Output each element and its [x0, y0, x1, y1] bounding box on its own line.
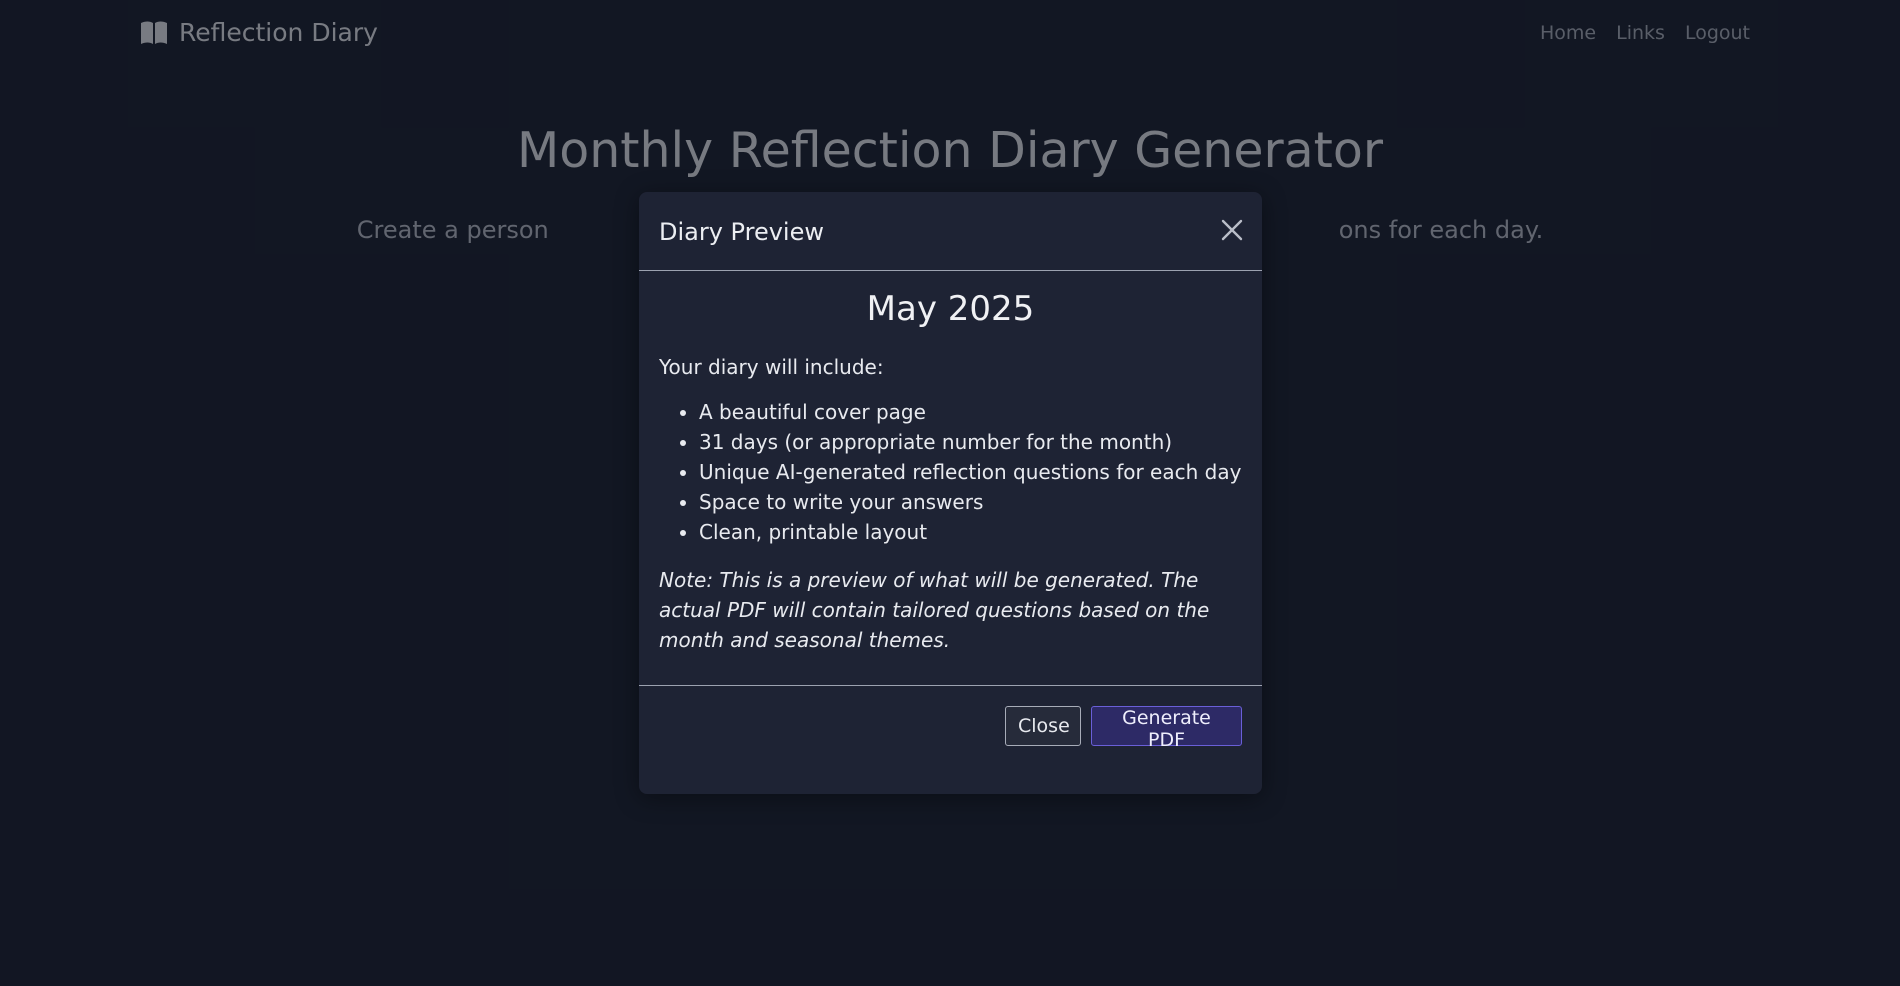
- month-heading: May 2025: [866, 289, 1035, 329]
- list-item: 31 days (or appropriate number for the m…: [699, 427, 1242, 457]
- diary-preview-modal: Diary Preview May 2025 Your diary will i…: [639, 192, 1262, 794]
- page: Reflection Diary Home Links Logout Month…: [0, 0, 1900, 986]
- modal-header: Diary Preview: [639, 192, 1262, 271]
- diary-intro: Your diary will include:: [659, 355, 884, 379]
- modal-body: May 2025 Your diary will include: A beau…: [639, 271, 1262, 686]
- modal-title: Diary Preview: [659, 218, 824, 246]
- preview-note: Note: This is a preview of what will be …: [659, 568, 1210, 652]
- close-icon[interactable]: [1218, 216, 1246, 244]
- list-item: Unique AI-generated reflection questions…: [699, 457, 1242, 487]
- modal-footer: Close Generate PDF: [639, 686, 1262, 794]
- feature-list: A beautiful cover page 31 days (or appro…: [659, 397, 1242, 547]
- generate-pdf-button[interactable]: Generate PDF: [1091, 706, 1242, 751]
- list-item: A beautiful cover page: [699, 397, 1242, 427]
- list-item: Space to write your answers: [699, 487, 1242, 517]
- close-button[interactable]: Close: [1005, 706, 1081, 746]
- list-item: Clean, printable layout: [699, 517, 1242, 547]
